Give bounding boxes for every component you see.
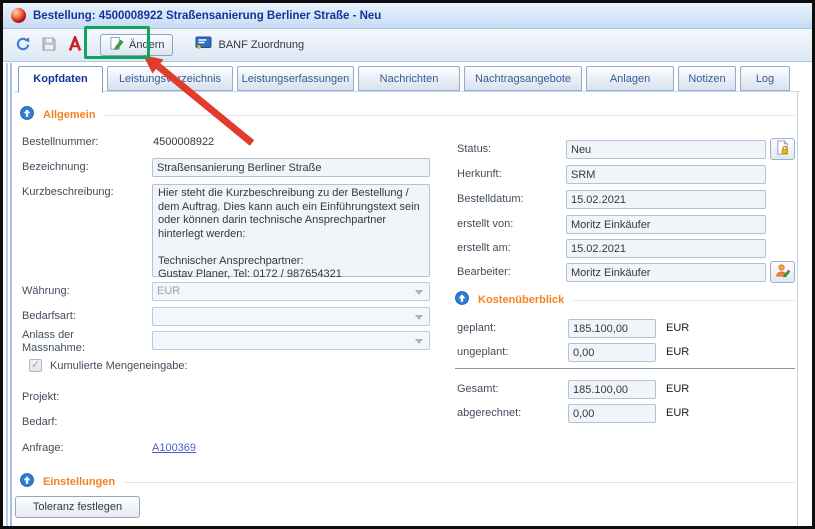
gesamt-currency: EUR xyxy=(666,383,689,395)
waehrung-label: Währung: xyxy=(22,285,70,297)
gesamt-input xyxy=(568,380,656,399)
tab-notizen[interactable]: Notizen xyxy=(678,66,736,91)
app-logo-icon xyxy=(11,8,26,23)
ungeplant-currency: EUR xyxy=(666,346,689,358)
chevron-down-icon xyxy=(415,290,423,295)
window-border-line xyxy=(6,63,8,526)
person-edit-icon xyxy=(775,263,790,281)
window-titlebar: Bestellung: 4500008922 Straßensanierung … xyxy=(3,3,812,29)
herkunft-label: Herkunft: xyxy=(457,168,502,180)
status-label: Status: xyxy=(457,143,491,155)
collapse-arrow-icon[interactable] xyxy=(20,473,34,490)
bedarfsart-select xyxy=(152,307,430,326)
waehrung-select: EUR xyxy=(152,282,430,301)
bestellung-window: Bestellung: 4500008922 Straßensanierung … xyxy=(0,0,815,529)
section-einstellungen-title: Einstellungen xyxy=(43,476,115,488)
chevron-down-icon xyxy=(415,315,423,320)
bezeichnung-label: Bezeichnung: xyxy=(22,161,89,173)
anfrage-link[interactable]: A100369 xyxy=(152,442,196,454)
window-border-line xyxy=(797,92,798,526)
section-divider xyxy=(573,300,795,301)
change-bearbeiter-button[interactable] xyxy=(770,261,795,283)
tab-log[interactable]: Log xyxy=(740,66,790,91)
refresh-button[interactable] xyxy=(14,36,32,54)
erstellt-am-label: erstellt am: xyxy=(457,242,511,254)
tab-kopfdaten[interactable]: Kopfdaten xyxy=(18,66,103,93)
edit-document-icon xyxy=(109,36,124,54)
anlass-label-line1: Anlass der xyxy=(22,329,74,341)
kurzbeschreibung-label: Kurzbeschreibung: xyxy=(22,186,114,198)
erstellt-von-label: erstellt von: xyxy=(457,218,513,230)
kurzbeschreibung-textarea[interactable]: Hier steht die Kurzbeschreibung zu der B… xyxy=(152,184,430,277)
kumulierte-mengeneingabe-checkbox xyxy=(29,359,42,372)
bestellnummer-label: Bestellnummer: xyxy=(22,136,98,148)
bezeichnung-input[interactable] xyxy=(152,158,430,177)
bestelldatum-label: Bestelldatum: xyxy=(457,193,524,205)
collapse-arrow-icon[interactable] xyxy=(20,106,34,123)
bestelldatum-input xyxy=(566,190,766,209)
save-button[interactable] xyxy=(40,36,58,54)
bearbeiter-label: Bearbeiter: xyxy=(457,266,511,278)
bestellnummer-value: 4500008922 xyxy=(153,136,214,148)
tab-bar: Kopfdaten Leistungsverzeichnis Leistungs… xyxy=(18,66,794,92)
aendern-button[interactable]: Ändern xyxy=(100,34,173,56)
kumulierte-mengeneingabe-label: Kumulierte Mengeneingabe: xyxy=(50,360,188,372)
section-kostenueberblick-title: Kostenüberblick xyxy=(478,294,564,306)
anlass-select xyxy=(152,331,430,350)
section-divider xyxy=(124,482,795,483)
collapse-arrow-icon[interactable] xyxy=(455,291,469,308)
herkunft-input xyxy=(566,165,766,184)
abgerechnet-input xyxy=(568,404,656,423)
projekt-label: Projekt: xyxy=(22,391,59,403)
bedarfsart-label: Bedarfsart: xyxy=(22,310,76,322)
anfrage-label: Anfrage: xyxy=(22,442,64,454)
document-lock-icon xyxy=(775,140,790,158)
geplant-label: geplant: xyxy=(457,322,496,334)
status-input xyxy=(566,140,766,159)
chevron-down-icon xyxy=(415,339,423,344)
erstellt-von-input xyxy=(566,215,766,234)
banf-icon xyxy=(195,36,213,55)
save-icon xyxy=(41,36,57,55)
tab-nachtragsangebote[interactable]: Nachtragsangebote xyxy=(464,66,582,91)
ungeplant-input xyxy=(568,343,656,362)
geplant-currency: EUR xyxy=(666,322,689,334)
toolbar: Ändern BANF Zuordnung xyxy=(3,29,812,62)
toleranz-festlegen-button[interactable]: Toleranz festlegen xyxy=(15,496,140,518)
pdf-export-button[interactable] xyxy=(66,36,84,54)
tab-anlagen[interactable]: Anlagen xyxy=(586,66,674,91)
kosten-divider xyxy=(455,368,795,369)
geplant-input xyxy=(568,319,656,338)
banf-button-label: BANF Zuordnung xyxy=(218,39,304,51)
section-kostenueberblick: Kostenüberblick xyxy=(455,291,795,308)
gesamt-label: Gesamt: xyxy=(457,383,499,395)
abgerechnet-currency: EUR xyxy=(666,407,689,419)
status-document-lock-button[interactable] xyxy=(770,138,795,160)
tab-leistungsverzeichnis[interactable]: Leistungsverzeichnis xyxy=(107,66,233,91)
section-allgemein: Allgemein xyxy=(20,106,795,123)
bearbeiter-input xyxy=(566,263,766,282)
section-einstellungen: Einstellungen xyxy=(20,473,795,490)
window-border-line xyxy=(10,63,12,526)
bedarf-label: Bedarf: xyxy=(22,416,57,428)
section-allgemein-title: Allgemein xyxy=(43,109,96,121)
aendern-button-label: Ändern xyxy=(129,39,164,51)
tab-leistungserfassungen[interactable]: Leistungserfassungen xyxy=(237,66,354,91)
erstellt-am-input xyxy=(566,239,766,258)
pdf-export-icon xyxy=(67,36,83,55)
refresh-icon xyxy=(15,36,31,55)
banf-zuordnung-button[interactable]: BANF Zuordnung xyxy=(191,36,308,55)
tab-nachrichten[interactable]: Nachrichten xyxy=(358,66,460,91)
window-title: Bestellung: 4500008922 Straßensanierung … xyxy=(33,10,381,22)
waehrung-value: EUR xyxy=(157,285,180,297)
anlass-label-line2: Massnahme: xyxy=(22,342,85,354)
abgerechnet-label: abgerechnet: xyxy=(457,407,521,419)
section-divider xyxy=(105,115,795,116)
ungeplant-label: ungeplant: xyxy=(457,346,508,358)
